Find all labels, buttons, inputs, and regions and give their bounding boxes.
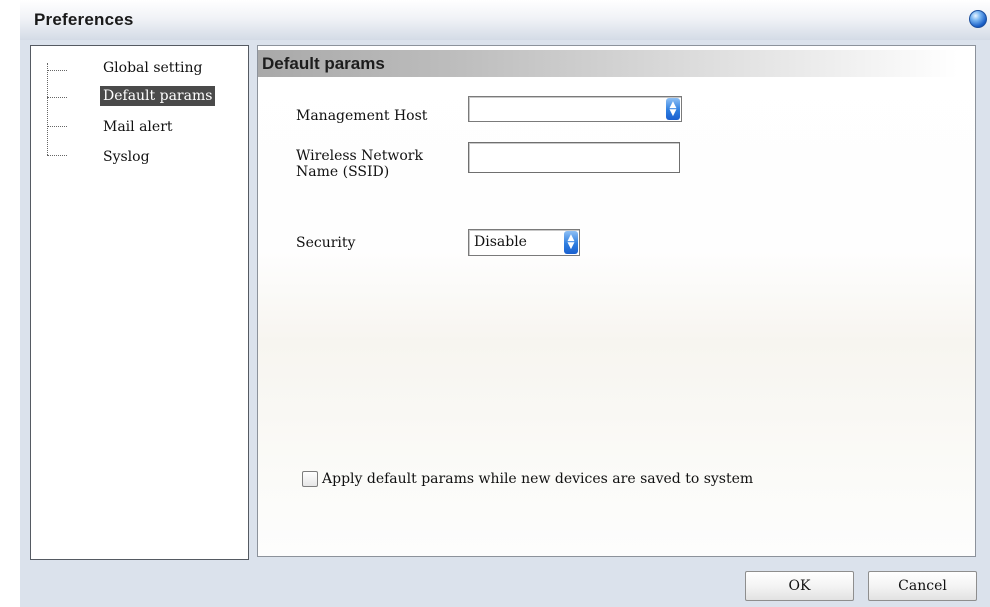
- tree-item-global-setting[interactable]: Global setting: [100, 58, 206, 78]
- apply-default-checkbox[interactable]: [302, 471, 318, 487]
- ssid-input[interactable]: [468, 142, 680, 173]
- tree-connector: [47, 70, 67, 71]
- select-arrows-icon: ▲ ▼: [564, 231, 578, 254]
- cancel-button[interactable]: Cancel: [868, 571, 977, 601]
- management-host-select[interactable]: ▲ ▼: [468, 96, 682, 122]
- title-bar: Preferences: [20, 0, 990, 40]
- ssid-label-line1: Wireless Network: [296, 148, 423, 164]
- tree-item-syslog[interactable]: Syslog: [100, 147, 153, 167]
- tree-connector: [47, 126, 67, 127]
- ssid-label-line2: Name (SSID): [296, 164, 390, 180]
- ok-button[interactable]: OK: [745, 571, 854, 601]
- globe-icon: [969, 10, 987, 28]
- security-label: Security: [296, 235, 356, 251]
- tree-item-mail-alert[interactable]: Mail alert: [100, 117, 176, 137]
- section-header: Default params: [258, 50, 958, 77]
- window-title: Preferences: [34, 10, 134, 29]
- tree-connector: [47, 97, 67, 98]
- tree-item-default-params[interactable]: Default params: [100, 86, 216, 106]
- section-title: Default params: [262, 54, 385, 73]
- security-select[interactable]: Disable ▲ ▼: [468, 229, 580, 256]
- select-arrows-icon: ▲ ▼: [666, 98, 680, 120]
- tree-connector: [47, 155, 67, 156]
- management-host-label: Management Host: [296, 108, 428, 124]
- security-value: Disable: [474, 234, 527, 250]
- tree-connector: [47, 63, 48, 155]
- apply-default-label: Apply default params while new devices a…: [322, 471, 754, 487]
